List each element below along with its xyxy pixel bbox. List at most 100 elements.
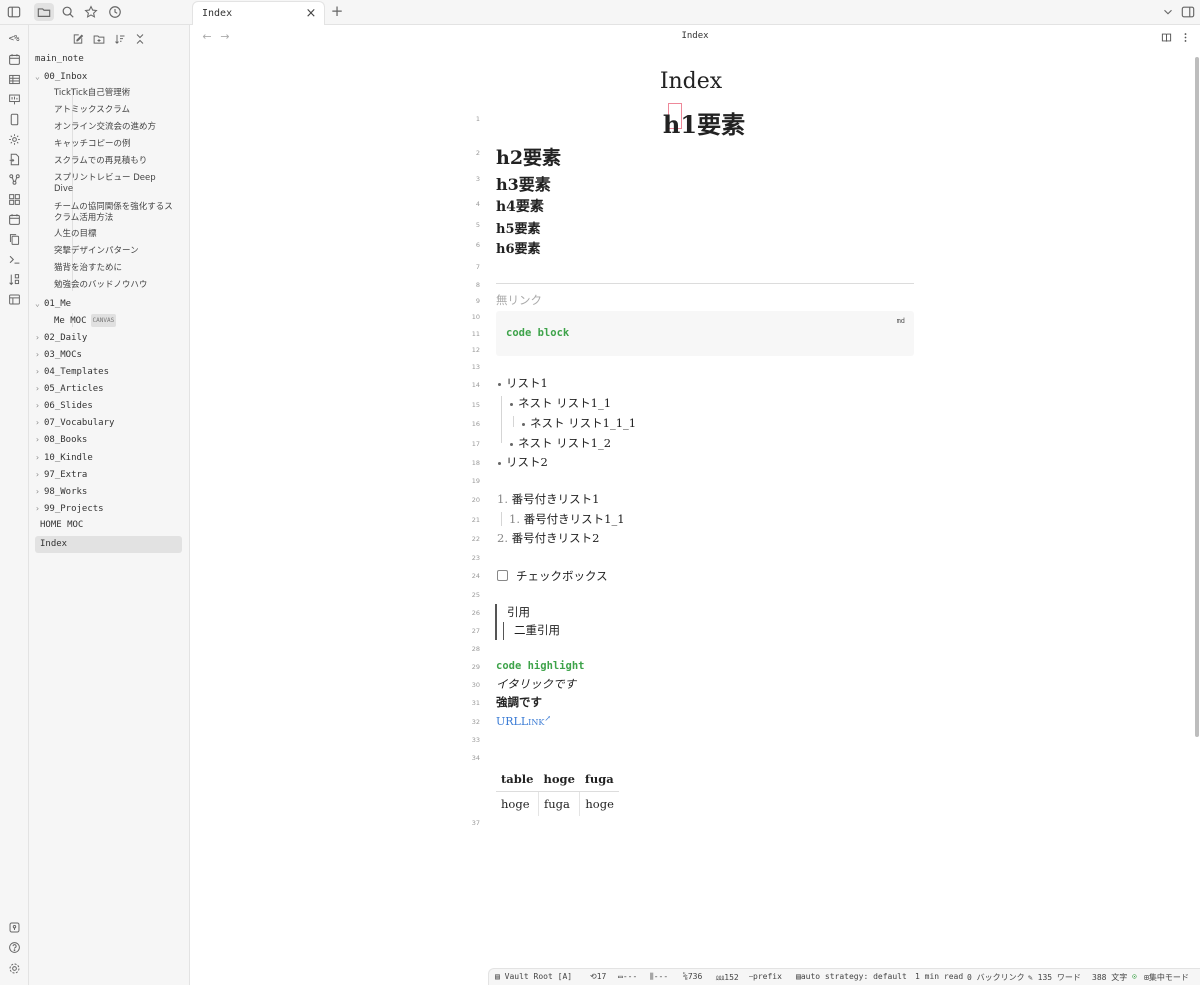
- tree-folder[interactable]: › 04_Templates: [35, 365, 182, 379]
- tree-folder-me[interactable]: ⌄ 01_Me: [35, 297, 182, 311]
- layout-icon[interactable]: [5, 291, 23, 307]
- tree-item[interactable]: スクラムでの再見積もり: [54, 155, 182, 168]
- external-link[interactable]: URLLink↗: [496, 714, 551, 728]
- tree-item[interactable]: 人生の目標: [54, 228, 182, 241]
- sort-numeric-icon[interactable]: [5, 271, 23, 287]
- blockquote[interactable]: 引用: [507, 604, 530, 620]
- chevron-down-icon[interactable]: [1158, 3, 1178, 21]
- tree-item[interactable]: 猫背を治すために: [54, 262, 182, 275]
- checkbox[interactable]: [497, 570, 508, 581]
- list-item[interactable]: ネスト リスト1_2: [510, 435, 611, 451]
- tree-item[interactable]: 突撃デザインパターン: [54, 245, 182, 258]
- tree-item-main-note[interactable]: main_note: [35, 53, 182, 66]
- tree-folder[interactable]: › 07_Vocabulary: [35, 416, 182, 430]
- tree-folder[interactable]: › 08_Books: [35, 433, 182, 447]
- calendar-icon[interactable]: [5, 51, 23, 67]
- vault-status[interactable]: ▤ Vault Root [A]: [495, 972, 572, 981]
- inline-code[interactable]: code highlight: [496, 660, 585, 672]
- new-tab-icon[interactable]: +: [329, 4, 345, 20]
- tree-folder[interactable]: › 05_Articles: [35, 382, 182, 396]
- italic-text[interactable]: イタリックです: [496, 676, 576, 692]
- tree-item-me-moc[interactable]: Me MOC CANVAS: [54, 314, 182, 328]
- table-header[interactable]: fuga: [579, 768, 619, 792]
- tree-item[interactable]: キャッチコピーの例: [54, 138, 182, 151]
- grid-icon[interactable]: [5, 191, 23, 207]
- heading-h6[interactable]: h6要素: [496, 238, 541, 257]
- status-item[interactable]: ⟲17: [590, 972, 606, 981]
- graph-icon[interactable]: [5, 171, 23, 187]
- table-cell[interactable]: hoge: [496, 791, 539, 816]
- heading-h1[interactable]: h1要素: [190, 105, 1200, 140]
- heading-h3[interactable]: h3要素: [496, 171, 551, 195]
- task-item[interactable]: チェックボックス: [497, 568, 608, 584]
- tree-folder[interactable]: › 98_Works: [35, 485, 182, 499]
- sync-check-icon[interactable]: ⊙: [1132, 972, 1137, 981]
- folder-icon[interactable]: [34, 3, 54, 21]
- tree-folder[interactable]: › 02_Daily: [35, 331, 182, 345]
- tree-folder-inbox[interactable]: ⌄ 00_Inbox: [35, 70, 182, 84]
- tree-folder[interactable]: › 03_MOCs: [35, 348, 182, 362]
- tree-folder[interactable]: › 10_Kindle: [35, 451, 182, 465]
- heading-h5[interactable]: h5要素: [496, 218, 541, 237]
- list-item[interactable]: ネスト リスト1_1: [510, 395, 611, 411]
- help-icon[interactable]: [5, 939, 23, 955]
- tree-item[interactable]: オンライン交流会の進め方: [54, 121, 182, 134]
- clock-icon[interactable]: [105, 3, 125, 21]
- help-vault-icon[interactable]: [5, 919, 23, 935]
- daily-note-icon[interactable]: [5, 211, 23, 227]
- blockquote-nested[interactable]: 二重引用: [514, 622, 560, 638]
- ordered-list-item[interactable]: 2. 番号付きリスト2: [497, 530, 599, 546]
- markdown-table[interactable]: table hoge fuga hoge fuga hoge: [496, 768, 619, 816]
- heading-h4[interactable]: h4要素: [496, 196, 544, 216]
- table-header[interactable]: hoge: [538, 768, 580, 792]
- tab-index[interactable]: Index ×: [192, 1, 325, 25]
- ordered-list-item[interactable]: 1. 番号付きリスト1_1: [509, 511, 625, 527]
- templater-icon[interactable]: <%: [5, 31, 23, 47]
- tree-item[interactable]: チームの協同関係を強化するスクラム活用方法: [54, 202, 178, 224]
- right-sidebar-toggle-icon[interactable]: [1178, 3, 1198, 21]
- table-cell[interactable]: fuga: [538, 791, 581, 816]
- tree-item-home-moc[interactable]: HOME MOC: [35, 519, 182, 532]
- code-block[interactable]: md code block: [496, 311, 914, 356]
- status-item[interactable]: ▭---: [618, 972, 637, 981]
- bold-text[interactable]: 強調です: [496, 694, 542, 710]
- tree-item[interactable]: スプリントレビュー Deep Dive: [54, 173, 164, 195]
- status-item[interactable]: ⅝736: [683, 972, 702, 981]
- status-backlinks[interactable]: 0 バックリンク: [967, 972, 1025, 983]
- search-icon[interactable]: [58, 3, 78, 21]
- tree-item-index[interactable]: Index: [35, 536, 182, 553]
- inline-title[interactable]: Index: [190, 69, 1192, 94]
- new-folder-icon[interactable]: [91, 31, 107, 47]
- gear-icon[interactable]: [5, 960, 23, 976]
- settings-icon[interactable]: [5, 131, 23, 147]
- file-import-icon[interactable]: [5, 151, 23, 167]
- table-cell[interactable]: hoge: [580, 792, 619, 817]
- new-note-icon[interactable]: [70, 31, 86, 47]
- status-prefix[interactable]: ⎯prefix: [749, 972, 782, 982]
- sort-icon[interactable]: [112, 31, 128, 47]
- status-item[interactable]: ⅏152: [716, 972, 739, 983]
- tree-item[interactable]: 勉強会のバッドノウハウ: [54, 279, 182, 292]
- tree-item[interactable]: TickTick自己管理術: [54, 87, 182, 100]
- phone-icon[interactable]: [5, 111, 23, 127]
- copy-icon[interactable]: [5, 231, 23, 247]
- list-item[interactable]: リスト1: [498, 375, 548, 391]
- close-icon[interactable]: ×: [304, 7, 318, 21]
- star-icon[interactable]: [81, 3, 101, 21]
- terminal-icon[interactable]: [5, 251, 23, 267]
- list-item[interactable]: リスト2: [498, 454, 548, 470]
- tree-folder[interactable]: › 06_Slides: [35, 399, 182, 413]
- status-item[interactable]: ⫼---: [650, 972, 668, 982]
- list-item[interactable]: ネスト リスト1_1_1: [522, 415, 636, 431]
- unresolved-link[interactable]: 無リンク: [496, 292, 542, 308]
- heading-h2[interactable]: h2要素: [496, 143, 561, 170]
- tree-item[interactable]: アトミックスクラム: [54, 104, 182, 117]
- tree-folder[interactable]: › 99_Projects: [35, 502, 182, 516]
- status-strategy[interactable]: ▤auto strategy: default: [796, 972, 907, 981]
- table-icon[interactable]: [5, 71, 23, 87]
- collapse-all-icon[interactable]: [132, 31, 148, 47]
- presentation-icon[interactable]: [5, 91, 23, 107]
- tree-folder[interactable]: › 97_Extra: [35, 468, 182, 482]
- sidebar-toggle-icon[interactable]: [4, 3, 24, 21]
- table-header[interactable]: table: [496, 768, 539, 792]
